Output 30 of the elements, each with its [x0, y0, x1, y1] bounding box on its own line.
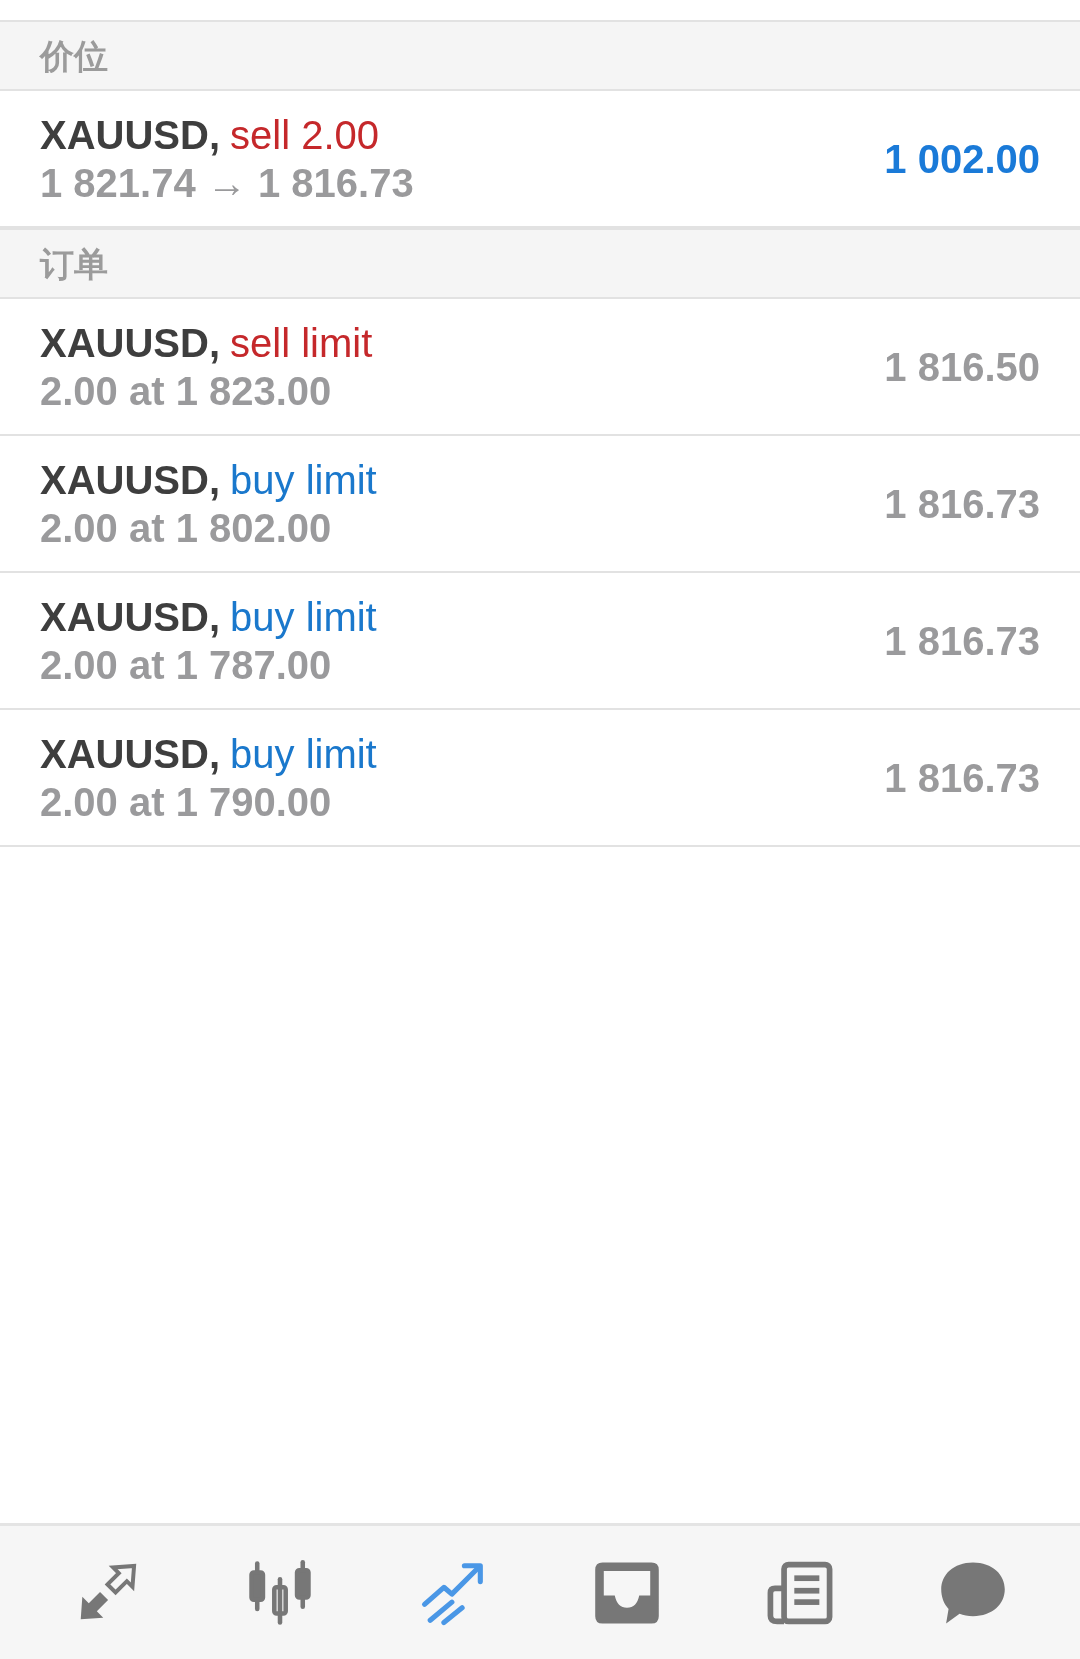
order-row[interactable]: XAUUSD, buy limit 2.00 at 1 790.00 1 816.73: [0, 710, 1080, 847]
current-price-value: 1 816.73: [884, 480, 1040, 528]
price-detail-text: 2.00 at 1 802.00: [40, 504, 333, 552]
symbol-text: XAUUSD,: [40, 319, 221, 367]
price-detail-text: 2.00 at 1 823.00: [40, 367, 333, 415]
price-detail-text: 2.00 at 1 787.00: [40, 641, 333, 689]
order-type-text: buy limit: [230, 730, 377, 778]
symbol-text: XAUUSD,: [40, 111, 221, 159]
order-row[interactable]: XAUUSD, buy limit 2.00 at 1 802.00 1 816.73: [0, 436, 1080, 573]
candlestick-icon: [247, 1559, 313, 1626]
order-row[interactable]: XAUUSD, buy limit 2.00 at 1 787.00 1 816.73: [0, 573, 1080, 710]
order-type-text: buy limit: [230, 456, 377, 504]
current-price-value: 1 816.50: [884, 343, 1040, 391]
current-price-value: 1 816.73: [884, 754, 1040, 802]
symbol-text: XAUUSD,: [40, 593, 221, 641]
price-detail-text: 2.00 at 1 790.00: [40, 778, 333, 826]
inbox-tray-icon: [593, 1559, 660, 1626]
chat-bubble-icon: [940, 1559, 1007, 1626]
order-type-text: sell 2.00: [230, 111, 379, 159]
order-type-text: buy limit: [230, 593, 377, 641]
section-title: 价位: [40, 35, 108, 76]
current-price-value: 1 816.73: [884, 617, 1040, 665]
symbol-text: XAUUSD,: [40, 730, 221, 778]
profit-value: 1 002.00: [884, 135, 1040, 183]
newspaper-icon: [766, 1559, 833, 1626]
price-detail-text: 1 821.74 → 1 816.73: [40, 159, 414, 207]
section-title: 订单: [40, 243, 108, 284]
order-type-text: sell limit: [230, 319, 373, 367]
symbol-text: XAUUSD,: [40, 456, 221, 504]
order-row[interactable]: XAUUSD, sell limit 2.00 at 1 823.00 1 816.50: [0, 299, 1080, 436]
